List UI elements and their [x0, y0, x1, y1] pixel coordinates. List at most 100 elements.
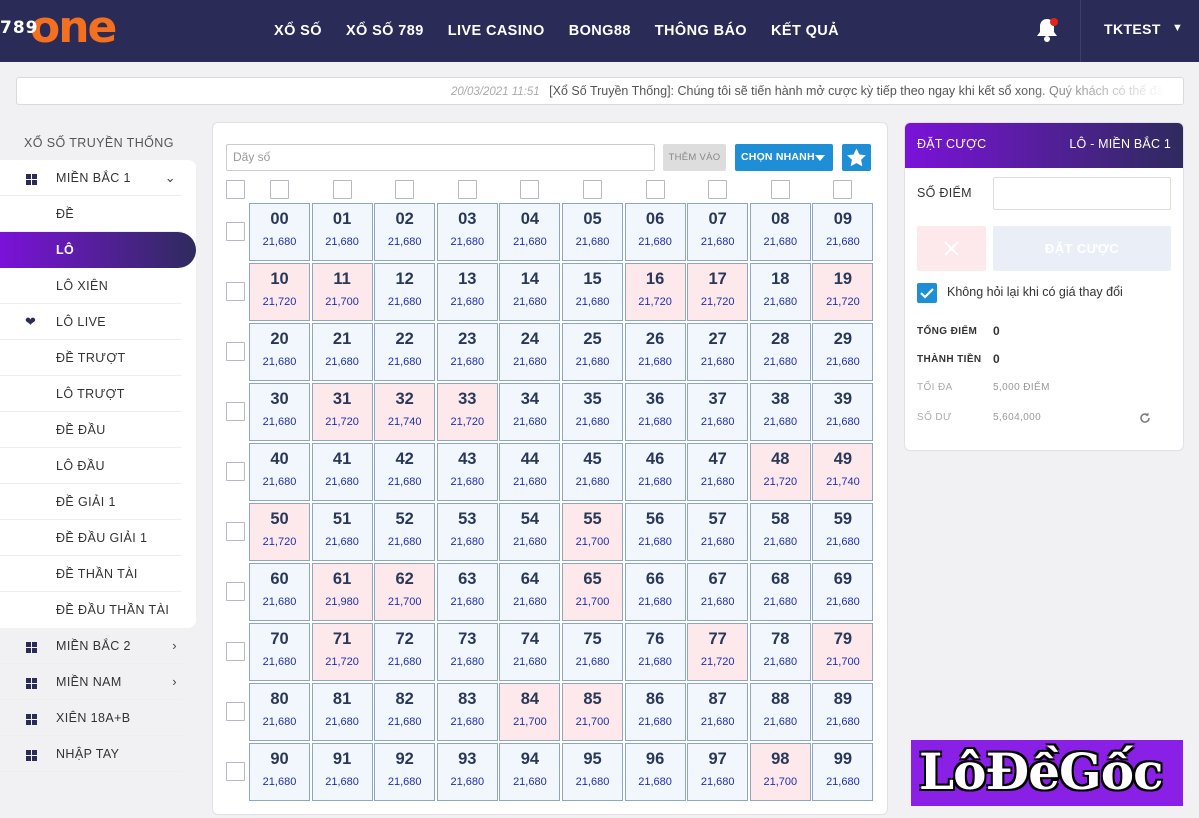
sidebar-group-mien-bac-2[interactable]: MIỀN BẮC 2 › [0, 628, 197, 664]
row-checkbox[interactable] [226, 402, 245, 421]
sidebar-item-de-dau[interactable]: ĐỀ ĐẦU [0, 412, 196, 448]
sidebar-group-nhap-tay[interactable]: NHẬP TAY [0, 736, 197, 772]
number-cell[interactable]: 28 21,680 [749, 323, 811, 381]
number-cell[interactable]: 41 21,680 [311, 443, 373, 501]
number-cell[interactable]: 40 21,680 [249, 443, 310, 501]
number-cell[interactable]: 73 21,680 [436, 623, 498, 681]
sidebar-item-lo[interactable]: LÔ [0, 232, 196, 268]
number-cell[interactable]: 53 21,680 [436, 503, 498, 561]
column-checkbox[interactable] [770, 180, 790, 199]
number-cell[interactable]: 07 21,680 [687, 203, 749, 261]
number-cell[interactable]: 81 21,680 [311, 683, 373, 741]
number-cell[interactable]: 09 21,680 [812, 203, 874, 261]
logo[interactable]: one 789 [0, 2, 130, 53]
sidebar-item-de-dau-giai-1[interactable]: ĐỀ ĐẦU GIẢI 1 [0, 520, 196, 556]
number-cell[interactable]: 08 21,680 [749, 203, 811, 261]
number-cell[interactable]: 43 21,680 [436, 443, 498, 501]
number-cell[interactable]: 32 21,740 [374, 383, 436, 441]
place-bet-button[interactable]: ĐẶT CƯỢC [993, 226, 1171, 271]
number-cell[interactable]: 01 21,680 [311, 203, 373, 261]
quick-pick-dropdown[interactable]: CHỌN NHANH [735, 144, 833, 171]
number-cell[interactable]: 14 21,680 [499, 263, 561, 321]
row-checkbox[interactable] [226, 642, 245, 661]
number-cell[interactable]: 16 21,720 [624, 263, 686, 321]
sidebar-item-lo-live[interactable]: ❤ LÔ LIVE [0, 304, 196, 340]
add-button[interactable]: THÊM VÀO [663, 144, 726, 171]
number-cell[interactable]: 82 21,680 [374, 683, 436, 741]
number-cell[interactable]: 21 21,680 [311, 323, 373, 381]
number-cell[interactable]: 83 21,680 [436, 683, 498, 741]
number-cell[interactable]: 25 21,680 [562, 323, 623, 381]
number-cell[interactable]: 06 21,680 [624, 203, 686, 261]
number-cell[interactable]: 24 21,680 [499, 323, 561, 381]
number-cell[interactable]: 99 21,680 [812, 743, 874, 801]
number-cell[interactable]: 78 21,680 [749, 623, 811, 681]
select-all-checkbox[interactable] [226, 180, 245, 199]
sidebar-item-lo-dau[interactable]: LÔ ĐẦU [0, 448, 196, 484]
row-checkbox[interactable] [226, 762, 245, 781]
number-cell[interactable]: 35 21,680 [562, 383, 623, 441]
number-cell[interactable]: 72 21,680 [374, 623, 436, 681]
nav-live-casino[interactable]: LIVE CASINO [448, 23, 545, 39]
number-cell[interactable]: 04 21,680 [499, 203, 561, 261]
number-cell[interactable]: 00 21,680 [249, 203, 310, 261]
favorite-button[interactable] [842, 144, 871, 171]
number-cell[interactable]: 77 21,720 [687, 623, 749, 681]
row-checkbox[interactable] [226, 342, 245, 361]
number-cell[interactable]: 59 21,680 [812, 503, 874, 561]
row-checkbox[interactable] [226, 222, 245, 241]
sidebar-item-lo-truot[interactable]: LÔ TRƯỢT [0, 376, 196, 412]
sidebar-group-xien-18ab[interactable]: XIÊN 18A+B [0, 700, 197, 736]
number-cell[interactable]: 95 21,680 [562, 743, 623, 801]
number-cell[interactable]: 34 21,680 [499, 383, 561, 441]
sidebar-group-mien-bac-1[interactable]: MIỀN BẮC 1 ⌄ [0, 160, 196, 196]
sidebar-item-de-giai-1[interactable]: ĐỀ GIẢI 1 [0, 484, 196, 520]
column-checkbox[interactable] [457, 180, 477, 199]
number-cell[interactable]: 31 21,720 [311, 383, 373, 441]
number-cell[interactable]: 96 21,680 [624, 743, 686, 801]
number-cell[interactable]: 85 21,700 [562, 683, 623, 741]
number-cell[interactable]: 52 21,680 [374, 503, 436, 561]
number-cell[interactable]: 63 21,680 [436, 563, 498, 621]
number-cell[interactable]: 49 21,740 [812, 443, 874, 501]
points-input[interactable] [993, 177, 1171, 210]
sidebar-item-lo-xien[interactable]: LÔ XIÊN [0, 268, 196, 304]
sidebar-group-mien-nam[interactable]: MIỀN NAM › [0, 664, 197, 700]
number-cell[interactable]: 19 21,720 [812, 263, 874, 321]
nav-bong88[interactable]: BONG88 [569, 23, 631, 39]
number-cell[interactable]: 20 21,680 [249, 323, 310, 381]
clear-button[interactable] [917, 226, 986, 271]
column-checkbox[interactable] [270, 180, 289, 199]
number-cell[interactable]: 54 21,680 [499, 503, 561, 561]
number-cell[interactable]: 76 21,680 [624, 623, 686, 681]
refresh-icon[interactable] [1138, 411, 1152, 425]
number-cell[interactable]: 13 21,680 [436, 263, 498, 321]
sidebar-item-de-dau-than-tai[interactable]: ĐỀ ĐẦU THẦN TÀI [0, 592, 196, 628]
number-cell[interactable]: 12 21,680 [374, 263, 436, 321]
number-cell[interactable]: 05 21,680 [562, 203, 623, 261]
number-cell[interactable]: 60 21,680 [249, 563, 310, 621]
number-cell[interactable]: 55 21,700 [562, 503, 623, 561]
number-cell[interactable]: 88 21,680 [749, 683, 811, 741]
user-name[interactable]: TKTEST [1104, 21, 1161, 37]
number-cell[interactable]: 70 21,680 [249, 623, 310, 681]
nav-xo-so-789[interactable]: XỔ SỐ 789 [346, 23, 424, 39]
number-cell[interactable]: 36 21,680 [624, 383, 686, 441]
column-checkbox[interactable] [583, 180, 602, 199]
number-cell[interactable]: 67 21,680 [687, 563, 749, 621]
number-cell[interactable]: 38 21,680 [749, 383, 811, 441]
no-ask-checkbox[interactable] [917, 283, 937, 303]
number-cell[interactable]: 45 21,680 [562, 443, 623, 501]
number-cell[interactable]: 18 21,680 [749, 263, 811, 321]
number-cell[interactable]: 65 21,700 [562, 563, 623, 621]
number-cell[interactable]: 37 21,680 [687, 383, 749, 441]
row-checkbox[interactable] [226, 282, 245, 301]
number-cell[interactable]: 74 21,680 [499, 623, 561, 681]
row-checkbox[interactable] [226, 702, 245, 721]
number-cell[interactable]: 47 21,680 [687, 443, 749, 501]
bell-icon[interactable] [1034, 16, 1060, 44]
row-checkbox[interactable] [226, 582, 245, 601]
number-cell[interactable]: 84 21,700 [499, 683, 561, 741]
sidebar-item-de-than-tai[interactable]: ĐỀ THẦN TÀI [0, 556, 196, 592]
row-checkbox[interactable] [226, 462, 245, 481]
